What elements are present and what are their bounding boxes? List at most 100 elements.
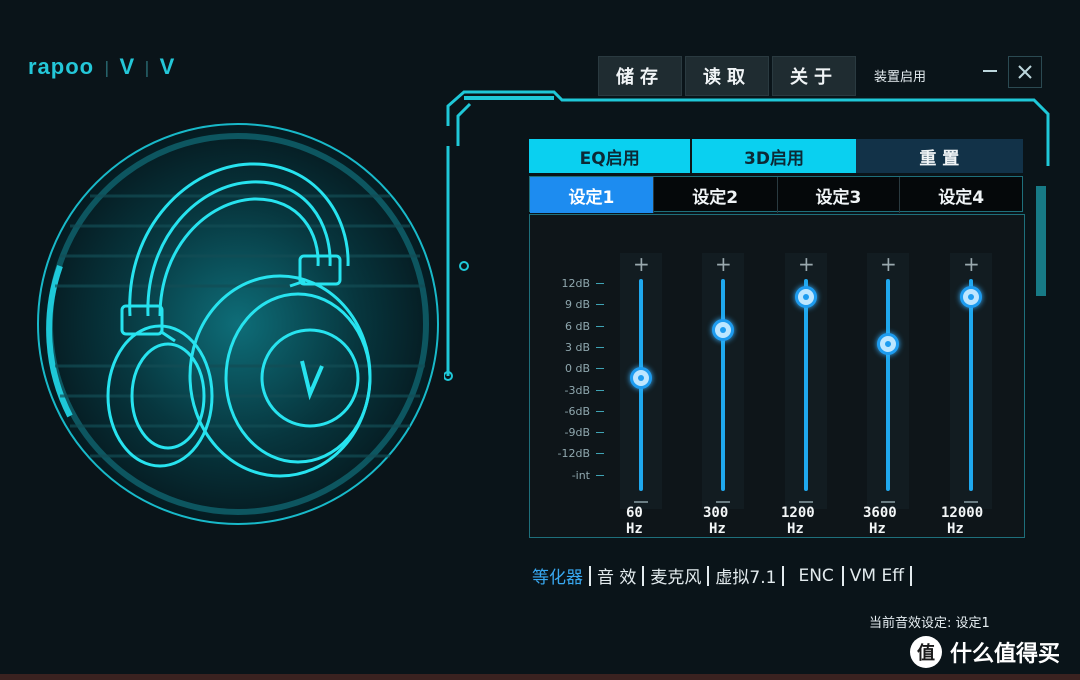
increase-icon[interactable]: + bbox=[715, 254, 732, 274]
bottom-strip bbox=[0, 674, 1080, 680]
slider-track[interactable] bbox=[721, 279, 725, 491]
decrease-icon[interactable] bbox=[716, 501, 730, 503]
band-frequency-unit: Hz bbox=[709, 521, 726, 537]
watermark-text: 什么值得买 bbox=[950, 642, 1061, 667]
db-tick: 0 dB bbox=[550, 362, 604, 375]
slider-knob[interactable] bbox=[877, 332, 899, 355]
band-frequency-value: 12000 bbox=[941, 505, 984, 521]
band-frequency-value: 300 bbox=[703, 505, 729, 521]
db-tick-mark bbox=[596, 346, 604, 348]
db-tick-mark bbox=[596, 432, 604, 434]
band-frequency-value: 60 bbox=[626, 505, 643, 521]
current-preset-status: 当前音效设定: 设定1 bbox=[869, 616, 990, 631]
tab-eq-enable[interactable]: EQ启用 bbox=[529, 139, 693, 173]
db-tick: -12dB bbox=[550, 447, 604, 460]
db-tick: 6 dB bbox=[550, 320, 604, 333]
eq-slider-60hz[interactable]: + bbox=[620, 253, 662, 509]
menu-item-microphone[interactable]: 麦克风 bbox=[644, 563, 707, 588]
brand-mark-2: V bbox=[159, 54, 175, 79]
band-frequency-label: 60 Hz bbox=[626, 505, 649, 537]
reset-button[interactable]: 重 置 bbox=[855, 139, 1023, 173]
preset-tabs: 设定1 设定2 设定3 设定4 bbox=[529, 176, 1023, 213]
slider-track[interactable] bbox=[969, 279, 973, 491]
mode-tabs: EQ启用 3D启用 重 置 bbox=[529, 139, 1023, 173]
increase-icon[interactable]: + bbox=[633, 254, 650, 274]
tab-3d-enable[interactable]: 3D启用 bbox=[692, 139, 856, 173]
db-tick-label: -9dB bbox=[564, 426, 591, 440]
db-tick: -9dB bbox=[550, 426, 604, 439]
db-tick: -3dB bbox=[550, 384, 604, 397]
slider-knob[interactable] bbox=[630, 366, 652, 389]
db-tick-mark bbox=[596, 368, 604, 370]
decrease-icon[interactable] bbox=[964, 501, 978, 503]
db-tick-mark bbox=[596, 304, 604, 306]
db-tick-label: -12dB bbox=[557, 447, 591, 461]
band-frequency-unit: Hz bbox=[947, 521, 964, 537]
band-frequency-unit: Hz bbox=[787, 521, 804, 537]
preset-tab-2[interactable]: 设定2 bbox=[654, 177, 778, 213]
db-tick-label: 9 dB bbox=[564, 298, 590, 312]
db-tick-label: -6dB bbox=[564, 404, 591, 418]
band-frequency-value: 3600 bbox=[863, 505, 897, 521]
band-frequency-label: 3600 Hz bbox=[863, 505, 897, 537]
db-tick: -6dB bbox=[550, 405, 604, 418]
preset-tab-3[interactable]: 设定3 bbox=[778, 177, 901, 213]
brand-mark-1: V bbox=[119, 54, 135, 79]
db-tick-mark bbox=[596, 474, 604, 476]
slider-track[interactable] bbox=[804, 279, 808, 491]
db-tick-mark bbox=[596, 325, 604, 327]
db-tick: 3 dB bbox=[550, 341, 604, 354]
brand-name: rapoo bbox=[28, 54, 95, 79]
menu-item-vm-eff[interactable]: VM Eff bbox=[844, 566, 910, 586]
eq-slider-3600hz[interactable]: + bbox=[867, 253, 909, 509]
db-tick-label: -int bbox=[571, 468, 590, 482]
feature-menu: 等化器 音 效 麦克风 虚拟7.1 ENC VM Eff bbox=[526, 563, 912, 588]
db-tick-mark bbox=[596, 389, 604, 391]
menu-item-virtual-71[interactable]: 虚拟7.1 bbox=[709, 563, 782, 588]
increase-icon[interactable]: + bbox=[880, 254, 897, 274]
increase-icon[interactable]: + bbox=[963, 254, 980, 274]
eq-slider-300hz[interactable]: + bbox=[702, 253, 744, 509]
eq-slider-12000hz[interactable]: + bbox=[950, 253, 992, 509]
db-tick-label: 3 dB bbox=[564, 340, 590, 354]
db-tick-label: -3dB bbox=[564, 383, 591, 397]
minimize-icon[interactable] bbox=[974, 56, 1006, 86]
slider-track[interactable] bbox=[886, 279, 890, 491]
band-frequency-value: 1200 bbox=[781, 505, 815, 521]
brand-logo: rapoo | V | V bbox=[28, 54, 174, 80]
decrease-icon[interactable] bbox=[799, 501, 813, 503]
db-tick-label: 0 dB bbox=[564, 362, 590, 376]
equalizer-panel: 12dB 9 dB 6 dB 3 dB 0 dB -3dB -6dB -9dB -12dB -in… bbox=[529, 214, 1025, 538]
decrease-icon[interactable] bbox=[634, 501, 648, 503]
preset-tab-4[interactable]: 设定4 bbox=[900, 177, 1022, 213]
db-tick: 12dB bbox=[550, 277, 604, 290]
eq-slider-1200hz[interactable]: + bbox=[785, 253, 827, 509]
db-tick-mark bbox=[596, 283, 604, 284]
db-tick-mark bbox=[596, 453, 604, 455]
band-frequency-label: 300 Hz bbox=[703, 505, 728, 537]
band-frequency-unit: Hz bbox=[869, 521, 886, 537]
brand-separator: | bbox=[104, 57, 110, 77]
decrease-icon[interactable] bbox=[881, 501, 895, 503]
band-frequency-label: 12000 Hz bbox=[941, 505, 983, 537]
headset-illustration bbox=[30, 116, 450, 536]
device-enable-label[interactable]: 装置启用 bbox=[874, 66, 926, 85]
slider-knob[interactable] bbox=[795, 286, 817, 308]
menu-divider bbox=[909, 565, 912, 586]
close-icon[interactable] bbox=[1008, 56, 1042, 88]
brand-separator: | bbox=[144, 57, 150, 77]
db-tick-mark bbox=[596, 410, 604, 412]
db-tick: 9 dB bbox=[550, 298, 604, 311]
menu-item-sound-effects[interactable]: 音 效 bbox=[591, 563, 642, 588]
db-tick-label: 12dB bbox=[561, 277, 590, 290]
slider-knob[interactable] bbox=[712, 319, 734, 342]
increase-icon[interactable]: + bbox=[798, 254, 815, 274]
band-frequency-label: 1200 Hz bbox=[781, 505, 815, 537]
watermark-logo: 值 bbox=[910, 636, 942, 668]
db-tick: -int bbox=[550, 469, 604, 482]
watermark: 值 什么值得买 bbox=[910, 636, 1060, 668]
menu-item-enc[interactable]: ENC bbox=[784, 566, 841, 586]
menu-item-equalizer[interactable]: 等化器 bbox=[526, 563, 589, 588]
preset-tab-1[interactable]: 设定1 bbox=[530, 177, 654, 213]
slider-knob[interactable] bbox=[960, 286, 982, 308]
